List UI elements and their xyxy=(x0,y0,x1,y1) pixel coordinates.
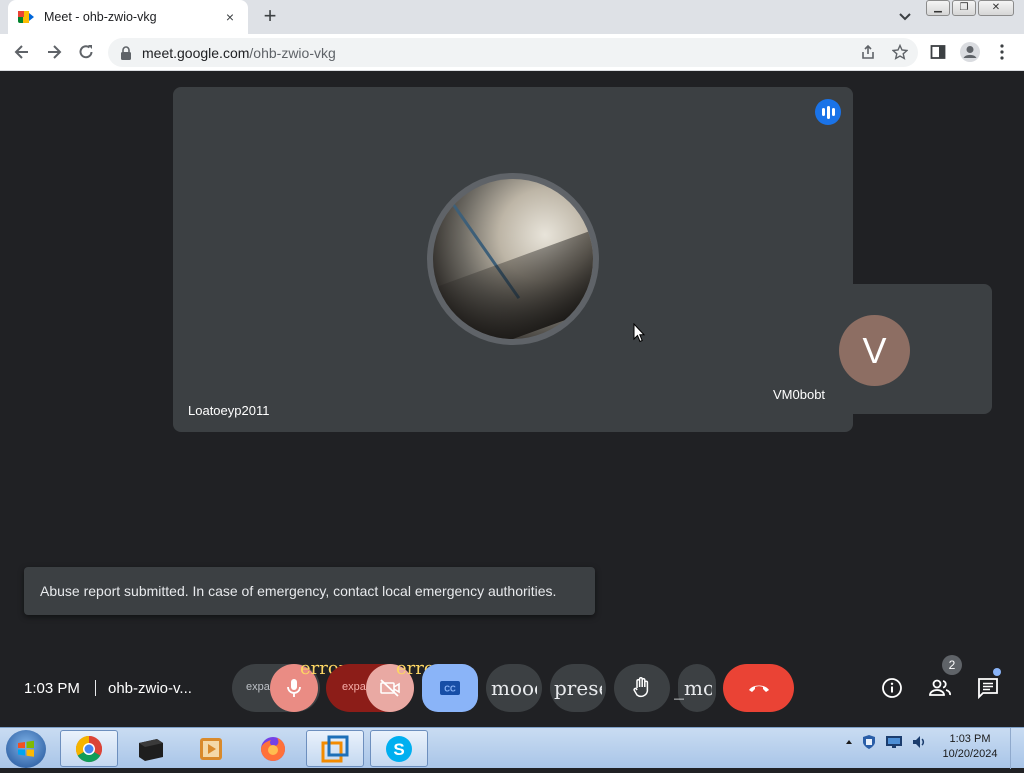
end-call-icon xyxy=(748,685,769,692)
self-avatar: V xyxy=(839,315,910,386)
snackbar-message: Abuse report submitted. In case of emerg… xyxy=(40,583,557,599)
new-tab-button[interactable]: + xyxy=(258,5,282,29)
start-button[interactable] xyxy=(6,730,46,768)
browser-toolbar: meet.google.com/ohb-zwio-vkg xyxy=(0,34,1024,71)
url-path: /ohb-zwio-vkg xyxy=(249,44,336,61)
taskbar-skype[interactable]: S xyxy=(370,730,428,767)
people-icon xyxy=(929,679,951,696)
tab-close-icon[interactable]: × xyxy=(222,9,238,25)
tab-meet[interactable]: Meet - ohb-zwio-vkg × xyxy=(8,0,248,34)
network-monitor-icon[interactable] xyxy=(885,734,903,750)
firefox-icon xyxy=(261,736,285,761)
taskbar-firefox[interactable] xyxy=(244,730,302,767)
meeting-time: 1:03 PM xyxy=(24,680,80,697)
skype-icon: S xyxy=(386,735,412,762)
terminal-box-icon xyxy=(139,738,163,761)
meeting-details-button[interactable] xyxy=(878,674,906,702)
info-icon xyxy=(882,678,902,698)
taskbar-app-dark[interactable] xyxy=(122,730,180,767)
show-hidden-icons-icon[interactable] xyxy=(845,738,853,746)
media-player-icon xyxy=(200,737,222,760)
chrome-icon xyxy=(75,735,103,762)
taskbar-date: 10/20/2024 xyxy=(942,748,998,760)
taskbar-chrome[interactable] xyxy=(60,730,118,767)
show-desktop-button[interactable] xyxy=(1010,728,1024,769)
address-bar[interactable]: meet.google.com/ohb-zwio-vkg xyxy=(108,38,918,67)
closed-captions-icon: CC xyxy=(440,681,460,695)
security-shield-icon[interactable] xyxy=(861,734,877,750)
leave-call-button[interactable] xyxy=(723,664,794,712)
windows-taskbar: S 1:03 PM 10/20/2024 xyxy=(0,727,1024,769)
bookmark-star-icon[interactable] xyxy=(892,44,908,60)
url-host: meet.google.com xyxy=(142,44,250,61)
windows-logo-icon xyxy=(18,740,34,757)
taskbar-clock[interactable]: 1:03 PM 10/20/2024 xyxy=(940,732,1000,762)
taskbar-media-player[interactable] xyxy=(182,730,240,767)
remote-desktop-icon xyxy=(321,735,349,762)
self-participant-name: VM0bobt xyxy=(773,387,826,402)
chat-icon xyxy=(978,678,998,699)
google-meet-icon xyxy=(18,9,34,25)
participant-photo xyxy=(433,179,593,339)
more-options-button[interactable]: _more_vert xyxy=(674,664,716,712)
microphone-button[interactable]: error xyxy=(270,658,347,712)
lock-icon[interactable] xyxy=(120,45,132,60)
divider xyxy=(95,680,96,696)
participant-avatar xyxy=(427,173,599,345)
restore-icon[interactable]: ❐ xyxy=(952,0,976,16)
back-icon[interactable] xyxy=(10,40,34,64)
window-close-icon[interactable]: ✕ xyxy=(978,0,1014,16)
svg-text:S: S xyxy=(393,740,404,759)
raise-hand-button[interactable] xyxy=(614,664,670,712)
minimize-icon[interactable]: ▁ xyxy=(926,0,950,16)
captions-button[interactable]: CC xyxy=(422,664,478,712)
people-button[interactable] xyxy=(926,674,954,702)
mouse-cursor-icon xyxy=(633,323,645,343)
forward-icon[interactable] xyxy=(42,40,66,64)
side-panel-icon[interactable] xyxy=(926,40,950,64)
browser-menu-icon[interactable] xyxy=(990,40,1014,64)
share-icon[interactable] xyxy=(860,44,876,60)
main-participant-name: Loatoeyp2011 xyxy=(188,403,270,418)
tab-strip: Meet - ohb-zwio-vkg × + ▁ ❐ ✕ xyxy=(0,0,1024,34)
volume-icon[interactable] xyxy=(911,734,927,750)
taskbar-time: 1:03 PM xyxy=(949,733,991,745)
main-participant-tile[interactable]: Loatoeyp2011 xyxy=(173,87,853,432)
snackbar: Abuse report submitted. In case of emerg… xyxy=(24,567,595,615)
tab-search-icon[interactable] xyxy=(895,8,915,26)
chat-notification-dot xyxy=(993,668,1001,676)
present-icon: present_to_all xyxy=(554,676,602,700)
present-button[interactable]: present_to_all xyxy=(550,664,606,712)
chat-button[interactable] xyxy=(974,674,1002,702)
svg-text:CC: CC xyxy=(444,685,456,694)
profile-avatar-icon[interactable] xyxy=(958,40,982,64)
mood-icon: mood xyxy=(491,676,537,700)
speaking-indicator-icon xyxy=(815,99,841,125)
reload-icon[interactable] xyxy=(74,40,98,64)
taskbar-vmware[interactable] xyxy=(306,730,364,767)
tab-title: Meet - ohb-zwio-vkg xyxy=(44,10,157,24)
more-vert-icon: _more_vert xyxy=(674,676,712,700)
participant-count-badge: 2 xyxy=(942,655,962,675)
self-view-tile[interactable]: V VM0bobt xyxy=(757,284,992,414)
microphone-icon xyxy=(287,679,301,697)
system-tray xyxy=(845,734,927,750)
reactions-button[interactable]: mood xyxy=(486,664,542,712)
meeting-code[interactable]: ohb-zwio-v... xyxy=(108,680,192,697)
camera-button[interactable]: error xyxy=(366,658,443,712)
meeting-controls-bar: 1:03 PM ohb-zwio-v... expand_less error … xyxy=(0,655,1024,720)
window-controls: ▁ ❐ ✕ xyxy=(926,0,1014,16)
camera-off-icon xyxy=(380,679,400,697)
raise-hand-icon xyxy=(633,677,649,698)
meet-stage: Loatoeyp2011 V VM0bobt Abuse report subm… xyxy=(0,71,1024,727)
